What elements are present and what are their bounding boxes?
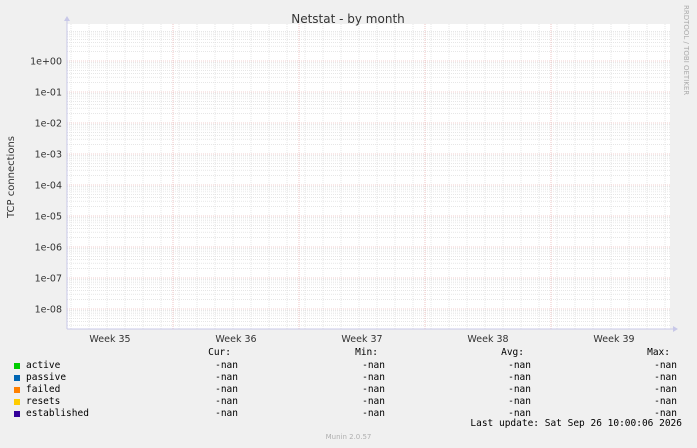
legend-value-max: -nan (654, 396, 677, 407)
legend-swatch (14, 375, 20, 381)
legend-value-cur: -nan (215, 396, 238, 407)
y-axis-label: TCP connections (6, 136, 17, 219)
x-tick-label: Week 35 (89, 334, 130, 345)
legend-value-min: -nan (362, 396, 385, 407)
y-tick-label: 1e-06 (35, 243, 62, 254)
y-tick-label: 1e-05 (35, 212, 62, 223)
x-axis-ticks: Week 35 Week 36 Week 37 Week 38 Week 39 (89, 334, 634, 345)
legend-header-max: Max: (647, 347, 670, 358)
legend-value-max: -nan (654, 360, 677, 371)
legend-swatch (14, 387, 20, 393)
legend-header-min: Min: (355, 347, 378, 358)
y-tick-label: 1e-08 (35, 305, 62, 316)
x-axis-arrow (673, 326, 678, 332)
legend-value-min: -nan (362, 360, 385, 371)
legend-value-max: -nan (654, 384, 677, 395)
legend-value-avg: -nan (508, 396, 531, 407)
y-tick-label: 1e-07 (35, 274, 62, 285)
y-tick-label: 1e+00 (30, 57, 62, 68)
legend-value-min: -nan (362, 372, 385, 383)
legend-value-cur: -nan (215, 384, 238, 395)
legend-value-cur: -nan (215, 360, 238, 371)
legend-series-name: failed (26, 384, 61, 395)
rrdtool-watermark: RRDTOOL / TOBI OETIKER (682, 5, 690, 95)
legend-series-name: passive (26, 372, 67, 383)
plot-area (67, 24, 670, 329)
legend-series-name: active (26, 360, 61, 371)
legend-value-cur: -nan (215, 408, 238, 419)
legend-swatch (14, 363, 20, 369)
legend-value-min: -nan (362, 408, 385, 419)
legend-header-cur: Cur: (208, 347, 231, 358)
x-tick-label: Week 39 (593, 334, 634, 345)
legend-header-avg: Avg: (501, 347, 524, 358)
x-tick-label: Week 36 (215, 334, 256, 345)
legend-value-avg: -nan (508, 372, 531, 383)
legend-value-avg: -nan (508, 384, 531, 395)
legend-value-avg: -nan (508, 360, 531, 371)
legend-value-cur: -nan (215, 372, 238, 383)
y-tick-label: 1e-02 (35, 119, 62, 130)
chart-title: Netstat - by month (291, 12, 405, 26)
last-update: Last update: Sat Sep 26 10:00:06 2026 (470, 418, 682, 429)
x-tick-label: Week 38 (467, 334, 508, 345)
legend-value-max: -nan (654, 372, 677, 383)
legend-value-min: -nan (362, 384, 385, 395)
y-tick-label: 1e-03 (35, 150, 62, 161)
legend-swatch (14, 411, 20, 417)
y-axis-ticks: 1e+00 1e-01 1e-02 1e-03 1e-04 1e-05 1e-06 1e-07… (30, 57, 62, 316)
munin-version: Munin 2.0.57 (325, 433, 372, 441)
legend-series-name: resets (26, 396, 61, 407)
x-tick-label: Week 37 (341, 334, 382, 345)
y-tick-label: 1e-01 (35, 88, 62, 99)
legend-swatch (14, 399, 20, 405)
y-axis-arrow (64, 16, 70, 21)
legend-series-name: established (26, 408, 89, 419)
y-tick-label: 1e-04 (35, 181, 62, 192)
